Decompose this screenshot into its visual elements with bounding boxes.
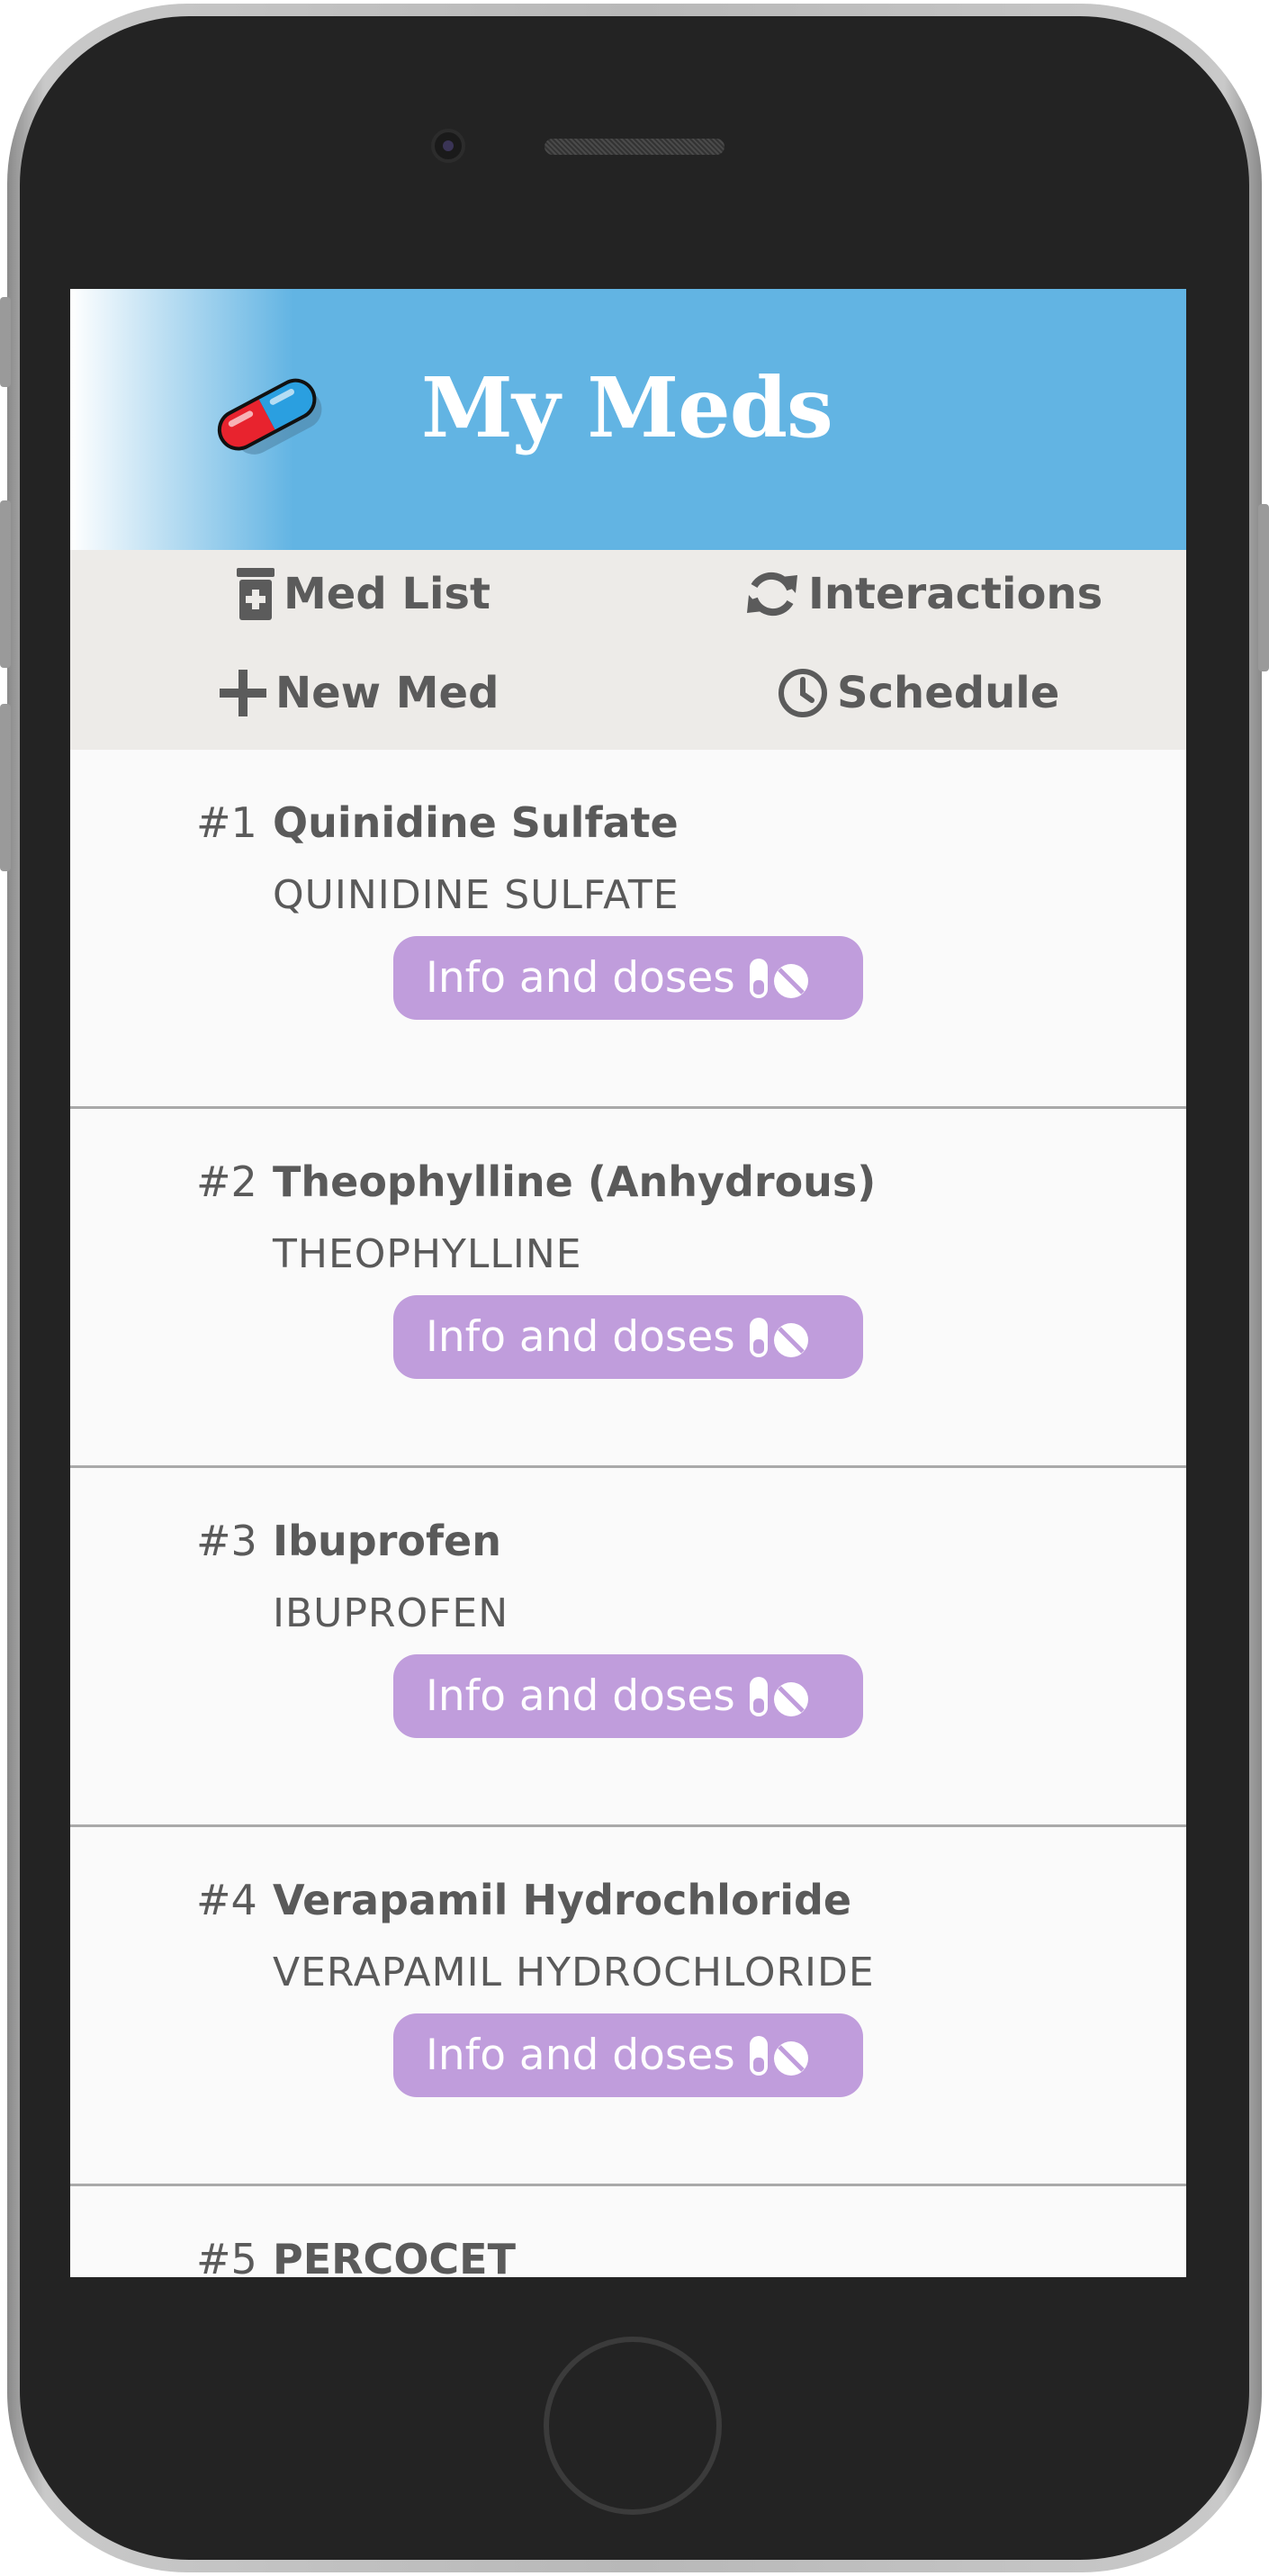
- med-name: Ibuprofen: [273, 1517, 501, 1565]
- app-screen: My Meds Med List Interactions New Med Sc…: [70, 289, 1186, 2277]
- med-number: #4: [196, 1876, 257, 1924]
- med-name: Quinidine Sulfate: [273, 798, 679, 847]
- info-and-doses-label: Info and doses: [426, 2031, 735, 2080]
- clock-icon: [778, 669, 827, 717]
- info-and-doses-button[interactable]: Info and doses: [393, 2013, 863, 2097]
- mute-switch: [0, 297, 11, 387]
- med-number: #5: [196, 2235, 257, 2277]
- earpiece-speaker: [544, 139, 724, 155]
- med-name: Theophylline (Anhydrous): [273, 1157, 877, 1206]
- app-title: My Meds: [421, 359, 833, 456]
- med-list-item: #1 Quinidine Sulfate QUINIDINE SULFATE I…: [70, 750, 1186, 1109]
- info-and-doses-button[interactable]: Info and doses: [393, 1295, 863, 1379]
- info-and-doses-label: Info and doses: [426, 1671, 735, 1721]
- med-generic-name: IBUPROFEN: [273, 1590, 509, 1636]
- volume-up-button: [0, 500, 11, 668]
- med-list-item: #4 Verapamil Hydrochloride VERAPAMIL HYD…: [70, 1827, 1186, 2186]
- pills-icon: [749, 1317, 808, 1357]
- med-number: #3: [196, 1517, 257, 1565]
- nav-med-list-label: Med List: [284, 569, 490, 619]
- med-list-item: #2 Theophylline (Anhydrous) THEOPHYLLINE…: [70, 1109, 1186, 1468]
- med-generic-name: VERAPAMIL HYDROCHLORIDE: [273, 1950, 875, 1995]
- nav-schedule-label: Schedule: [837, 668, 1060, 718]
- front-camera: [431, 129, 465, 163]
- med-generic-name: THEOPHYLLINE: [273, 1231, 582, 1277]
- pill-capsule-icon: [217, 378, 322, 455]
- app-header: My Meds: [70, 289, 1186, 550]
- med-name: PERCOCET: [273, 2235, 516, 2277]
- prescription-bottle-icon: [237, 568, 274, 620]
- info-and-doses-button[interactable]: Info and doses: [393, 936, 863, 1020]
- med-generic-name: QUINIDINE SULFATE: [273, 872, 680, 918]
- nav-new-med-label: New Med: [275, 668, 500, 718]
- info-and-doses-button[interactable]: Info and doses: [393, 1654, 863, 1738]
- med-number: #2: [196, 1157, 257, 1206]
- nav-interactions-label: Interactions: [808, 569, 1103, 619]
- nav-med-list[interactable]: Med List: [237, 568, 490, 620]
- pills-icon: [749, 1676, 808, 1716]
- pills-icon: [749, 958, 808, 998]
- med-number: #1: [196, 798, 257, 847]
- refresh-icon: [747, 572, 797, 617]
- nav-interactions[interactable]: Interactions: [745, 568, 1102, 620]
- info-and-doses-label: Info and doses: [426, 953, 735, 1003]
- nav-schedule[interactable]: Schedule: [778, 668, 1059, 718]
- volume-down-button: [0, 704, 11, 871]
- nav-menu: Med List Interactions New Med Schedule: [70, 550, 1186, 750]
- med-list-item: #5 PERCOCET: [70, 2186, 1186, 2277]
- home-button[interactable]: [544, 2337, 722, 2515]
- plus-icon: [220, 670, 266, 716]
- pills-icon: [749, 2035, 808, 2076]
- med-name: Verapamil Hydrochloride: [273, 1876, 852, 1924]
- med-list: #1 Quinidine Sulfate QUINIDINE SULFATE I…: [70, 750, 1186, 2277]
- info-and-doses-label: Info and doses: [426, 1312, 735, 1362]
- med-list-item: #3 Ibuprofen IBUPROFEN Info and doses: [70, 1468, 1186, 1827]
- power-button: [1258, 504, 1269, 671]
- nav-new-med[interactable]: New Med: [220, 668, 499, 718]
